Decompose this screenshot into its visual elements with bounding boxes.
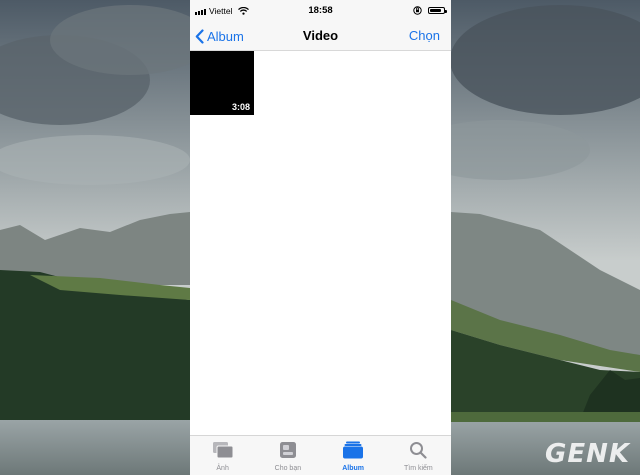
select-button[interactable]: Chọn — [409, 28, 440, 43]
albums-icon — [342, 440, 364, 460]
tab-label: Cho bạn — [274, 465, 302, 472]
video-thumbnail[interactable]: 3:08 — [190, 51, 254, 115]
search-icon — [409, 440, 427, 460]
status-time: 18:58 — [308, 5, 333, 16]
navigation-bar: Album Video Chọn — [190, 22, 451, 51]
status-bar: Viettel 18:58 — [190, 0, 451, 22]
genk-watermark: GENK — [544, 439, 630, 469]
orientation-lock-icon — [413, 6, 422, 15]
tab-search[interactable]: Tìm kiếm — [386, 436, 451, 475]
photos-icon — [212, 440, 234, 460]
video-grid: 3:08 — [190, 51, 451, 435]
battery-icon — [428, 7, 447, 14]
tab-label: Tìm kiếm — [403, 465, 433, 472]
phone-screen: Viettel 18:58 Album Video Chọn 3:08 Ảnh … — [190, 0, 451, 475]
tab-label: Album — [342, 465, 365, 472]
status-right — [413, 6, 447, 15]
tab-bar: Ảnh Cho bạn Album Tìm kiếm — [190, 435, 451, 475]
tab-for-you[interactable]: Cho bạn — [255, 436, 320, 475]
video-duration: 3:08 — [231, 102, 250, 112]
tab-label: Ảnh — [216, 465, 229, 472]
tab-photos[interactable]: Ảnh — [190, 436, 255, 475]
tab-albums[interactable]: Album — [321, 436, 386, 475]
for-you-icon — [279, 440, 297, 460]
